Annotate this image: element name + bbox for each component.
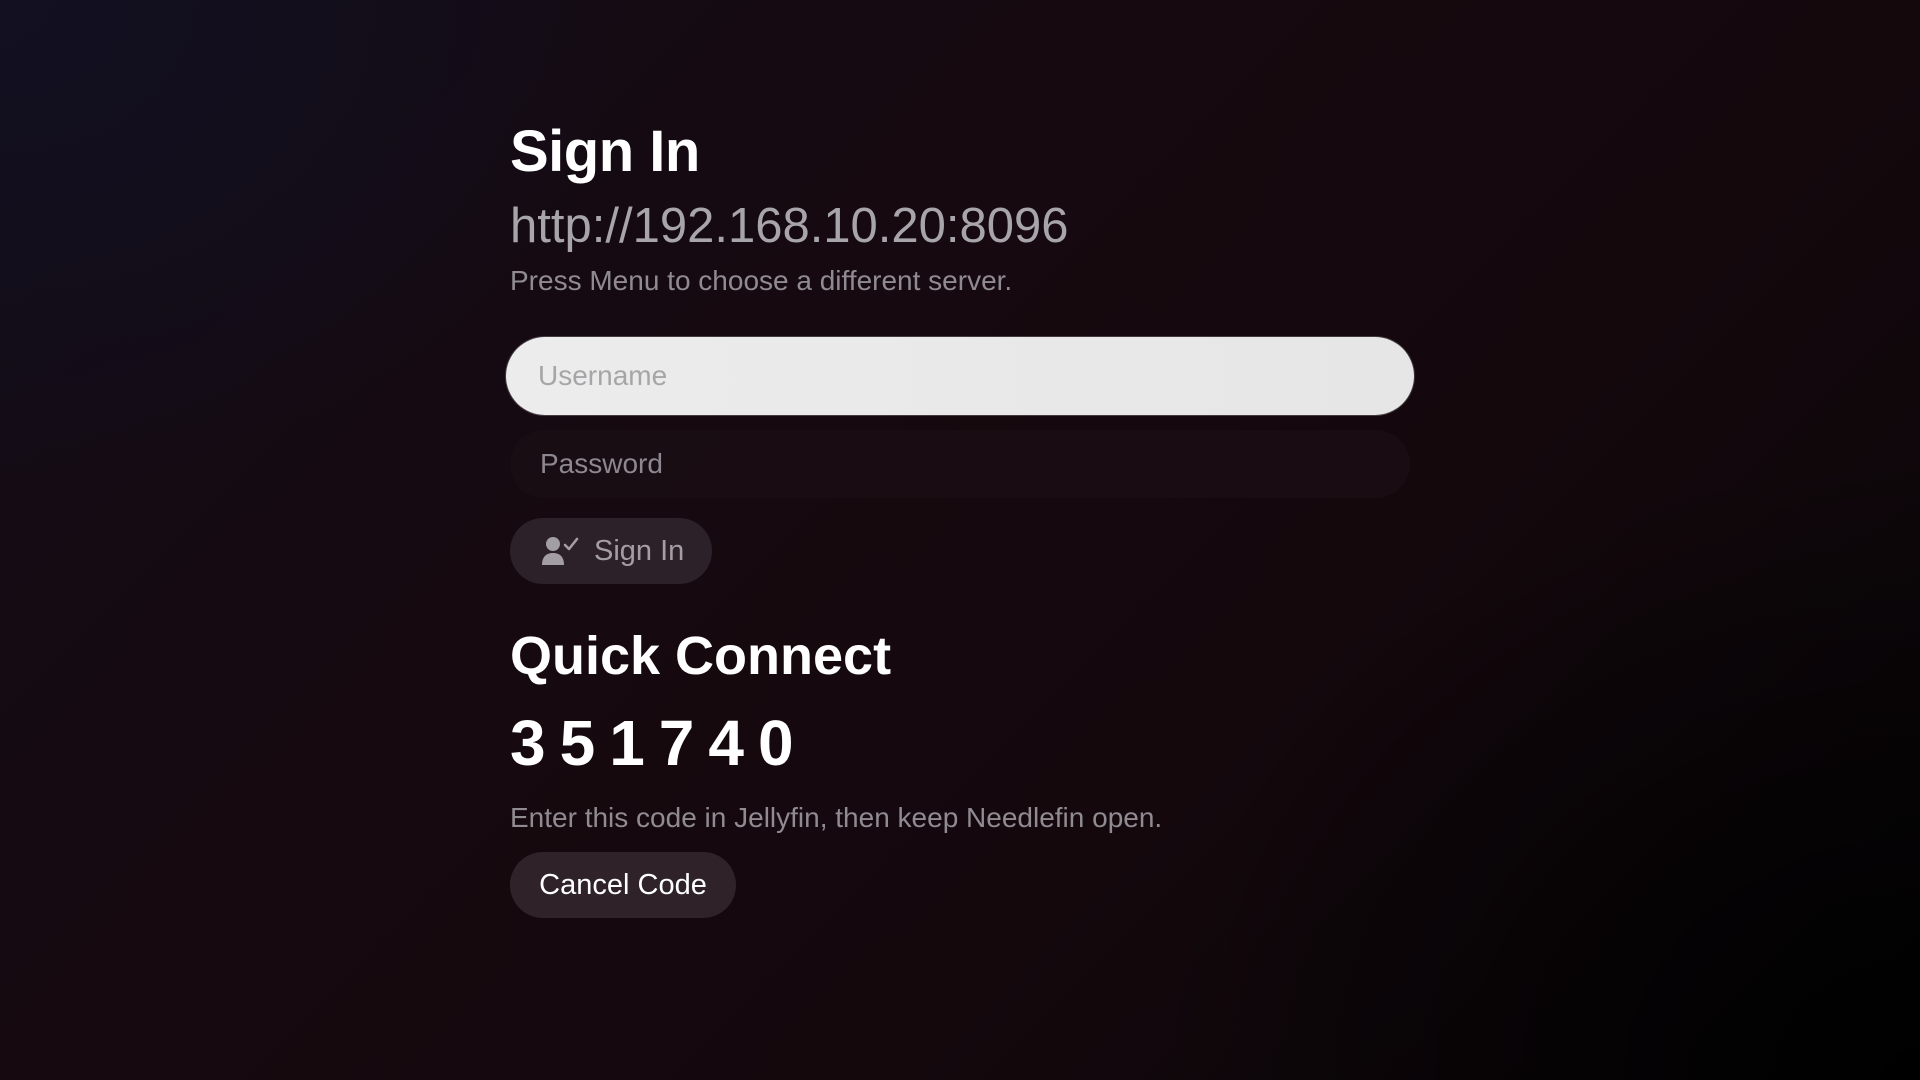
quick-connect-code: 351740	[510, 707, 808, 779]
server-url: http://192.168.10.20:8096	[510, 199, 1069, 253]
quick-connect-hint: Enter this code in Jellyfin, then keep N…	[510, 802, 1163, 833]
password-input[interactable]	[510, 430, 1410, 498]
page-title: Sign In	[510, 119, 700, 184]
sign-in-button-label: Sign In	[594, 534, 685, 567]
person-check-icon	[542, 535, 580, 567]
quick-connect-title: Quick Connect	[510, 626, 892, 686]
sign-in-button[interactable]: Sign In	[510, 518, 712, 584]
server-hint: Press Menu to choose a different server.	[510, 265, 1013, 296]
cancel-code-button[interactable]: Cancel Code	[510, 852, 736, 918]
username-input[interactable]	[506, 337, 1414, 415]
